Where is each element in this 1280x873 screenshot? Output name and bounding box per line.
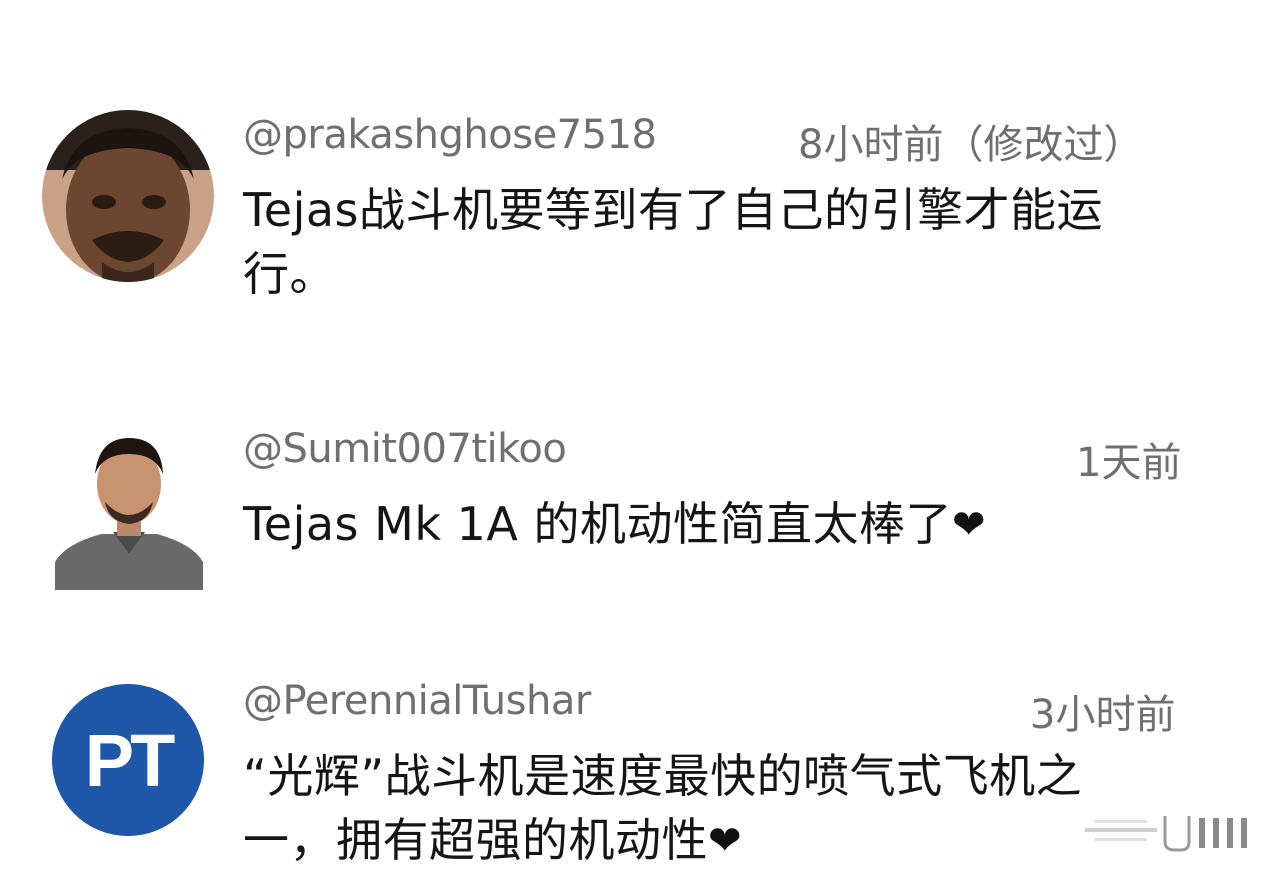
watermark-icon [1085, 812, 1260, 852]
avatar[interactable]: PT [52, 684, 204, 836]
comment-text-content: Tejas Mk 1A 的机动性简直太棒了 [243, 497, 952, 551]
heart-icon: ❤ [951, 502, 986, 548]
comment-author-handle[interactable]: @prakashghose7518 [243, 112, 657, 158]
comment-text-line: 行。 [243, 247, 336, 301]
comment-text: “光辉”战斗机是速度最快的喷气式飞机之 一，拥有超强的机动性❤ [243, 744, 1082, 873]
heart-icon: ❤ [708, 818, 743, 864]
comment-text-line: “光辉”战斗机是速度最快的喷气式飞机之 [243, 749, 1083, 803]
comment-item: @Sumit007tikoo 1天前 Tejas Mk 1A 的机动性简直太棒了… [0, 400, 1280, 600]
comment-timestamp: 8小时前（修改过） [798, 122, 1144, 168]
comment-item: @prakashghose7518 8小时前（修改过） Tejas战斗机要等到有… [0, 0, 1280, 330]
comment-timestamp: 1天前 [1076, 440, 1182, 486]
comment-text-line: Tejas战斗机要等到有了自己的引擎才能运 [243, 183, 1104, 237]
avatar[interactable] [42, 110, 214, 282]
comment-text-line: Tejas Mk 1A 的机动性简直太棒了❤ [243, 492, 986, 557]
comment-text: Tejas Mk 1A 的机动性简直太棒了❤ [243, 492, 986, 557]
comment-author-handle[interactable]: @PerennialTushar [243, 678, 591, 724]
avatar[interactable] [55, 432, 203, 590]
avatar-initials: PT [85, 719, 175, 802]
comment-text-line: 一，拥有超强的机动性❤ [243, 808, 1082, 873]
comment-text-content: 一，拥有超强的机动性 [243, 813, 708, 867]
comment-text: Tejas战斗机要等到有了自己的引擎才能运 行。 [243, 178, 1103, 306]
comment-author-handle[interactable]: @Sumit007tikoo [243, 426, 567, 472]
comment-timestamp: 3小时前 [1030, 692, 1176, 738]
